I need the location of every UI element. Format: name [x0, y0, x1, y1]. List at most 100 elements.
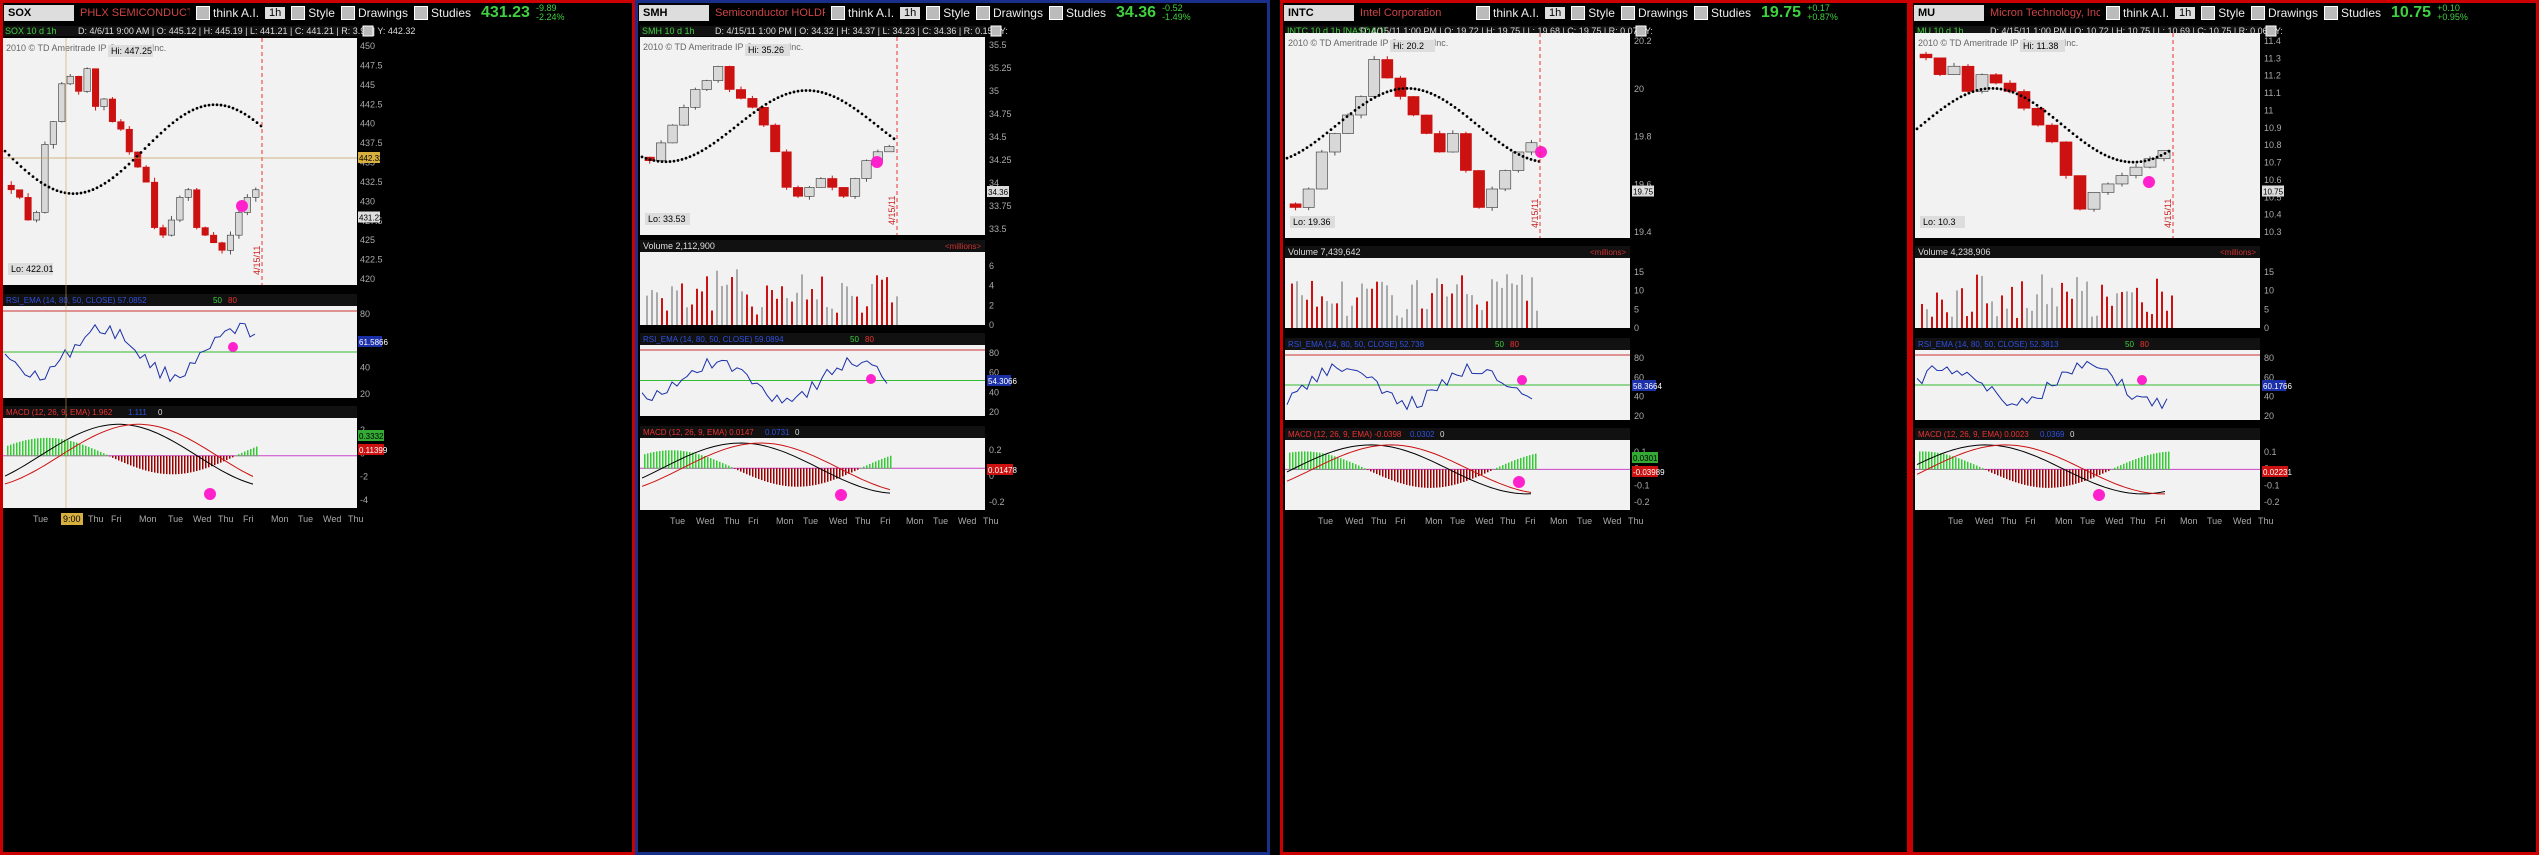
macd-histogram-bar: [2060, 469, 2062, 488]
candle: [117, 121, 125, 130]
volume-bar: [1491, 279, 1493, 328]
macd-histogram-bar: [2042, 469, 2044, 488]
macd-histogram-bar: [190, 455, 192, 473]
volume-axis-label: 15: [2264, 267, 2274, 277]
ohlc-info: D: 4/15/11 1:00 PM | O: 34.32 | H: 34.37…: [715, 26, 1008, 36]
rsi-axis-label: 20: [360, 389, 370, 399]
time-axis-label: Thu: [1628, 516, 1644, 526]
macd-histogram-bar: [749, 468, 751, 476]
macd-histogram-bar: [2129, 461, 2131, 470]
volume-bar: [1991, 301, 1993, 328]
cycle-dot: [2147, 158, 2151, 162]
cycle-dot: [135, 155, 139, 158]
cycle-dot: [876, 124, 880, 128]
cycle-dot: [199, 105, 203, 109]
cycle-dot: [111, 176, 115, 180]
volume-bar: [2041, 274, 2043, 328]
volume-bar: [1961, 288, 1963, 328]
cycle-dot: [223, 104, 227, 108]
cycle-dot: [1927, 117, 1931, 121]
macd-histogram-bar: [1352, 462, 1354, 470]
chart-canvas[interactable]: SOX 10 d 1h D: 4/6/11 9:00 AM | O: 445.12…: [0, 0, 635, 855]
macd-histogram-bar: [1991, 469, 1993, 473]
macd-histogram-bar: [112, 455, 114, 458]
candle: [1947, 65, 1961, 75]
macd-histogram-bar: [707, 457, 709, 469]
volume-bar: [1966, 316, 1968, 328]
volume-bar: [2021, 281, 2023, 328]
cycle-dot: [2143, 159, 2147, 163]
candle: [850, 178, 861, 197]
macd-histogram-bar: [94, 449, 96, 457]
macd-histogram-bar: [677, 450, 679, 469]
macd-histogram-bar: [121, 455, 123, 462]
macd-histogram-bar: [1289, 452, 1291, 470]
cycle-dot: [1341, 118, 1345, 122]
cycle-dot: [664, 160, 668, 164]
volume-bar: [786, 298, 788, 325]
chart-canvas[interactable]: SMH 10 d 1h D: 4/15/11 1:00 PM | O: 34.32…: [635, 0, 1270, 855]
candle: [724, 66, 735, 90]
volume-bar: [886, 277, 888, 325]
cycle-dot: [143, 147, 147, 150]
cycle-dot: [700, 149, 704, 153]
cycle-dot: [1943, 105, 1947, 109]
time-axis-label: Mon: [271, 514, 289, 524]
macd-histogram-bar: [1358, 465, 1360, 470]
macd-histogram-bar: [668, 450, 670, 469]
macd-histogram-bar: [1364, 468, 1366, 470]
chart-canvas[interactable]: INTC 10 d 1h [NASDAQ]D: 4/15/11 1:00 PM …: [1280, 0, 1910, 855]
candle: [1989, 74, 2003, 84]
macd-histogram-bar: [2168, 451, 2170, 470]
cycle-dot: [31, 175, 35, 179]
volume-bar: [1311, 280, 1313, 328]
volume-bar: [766, 285, 768, 325]
macd-histogram-bar: [238, 454, 240, 457]
cycle-dot: [139, 151, 143, 154]
cycle-dot: [644, 156, 648, 160]
cycle-dot: [247, 115, 251, 119]
cycle-dot: [79, 191, 83, 195]
cycle-dot: [1987, 87, 1991, 90]
macd-histogram-bar: [1421, 469, 1423, 488]
macd-histogram-bar: [40, 437, 42, 457]
rsi-axis-label: 80: [360, 309, 370, 319]
last-price-tag: 431.23: [359, 214, 384, 223]
macd-histogram-bar: [2045, 469, 2047, 488]
volume-bar: [2151, 314, 2153, 328]
candle: [75, 75, 83, 92]
candle: [2101, 183, 2115, 193]
rsi-high-threshold: 80: [2140, 340, 2149, 349]
rsi-header: RSI_EMA (14, 80, 50, CLOSE) 59.0894: [643, 335, 784, 344]
time-axis-label: Tue: [670, 516, 685, 526]
macd-histogram-bar: [1508, 462, 1510, 470]
chart-canvas[interactable]: MU 10 d 1h D: 4/15/11 1:00 PM | O: 10.72 …: [1910, 0, 2539, 855]
candle: [58, 83, 66, 122]
volume-bar: [1441, 284, 1443, 328]
macd-histogram-bar: [241, 452, 243, 457]
cycle-dot: [1289, 155, 1293, 158]
macd-histogram-bar: [151, 455, 153, 472]
macd-histogram-bar: [1496, 467, 1498, 470]
rsi-low-threshold: 50: [2125, 340, 2134, 349]
cycle-dot: [856, 109, 860, 113]
macd-histogram-bar: [2132, 460, 2134, 470]
time-axis-label: Wed: [1345, 516, 1363, 526]
cycle-dot: [864, 115, 868, 119]
candle: [758, 107, 769, 126]
volume-bar: [721, 285, 723, 325]
volume-bar: [651, 290, 653, 325]
volume-bar: [1306, 299, 1308, 328]
chart-header: SOX 10 d 1h: [5, 26, 57, 36]
candle: [804, 187, 815, 197]
volume-bar: [2121, 292, 2123, 328]
macd-axis-label: 0.2: [989, 445, 1002, 455]
candle: [1394, 77, 1407, 97]
macd-histogram-bar: [1382, 469, 1384, 477]
cycle-dot: [2091, 146, 2095, 150]
macd-histogram-bar: [1439, 469, 1441, 488]
macd-histogram-bar: [1304, 451, 1306, 470]
cycle-dot: [2111, 157, 2115, 160]
volume-bar: [736, 269, 738, 325]
cycle-dot: [179, 115, 183, 119]
